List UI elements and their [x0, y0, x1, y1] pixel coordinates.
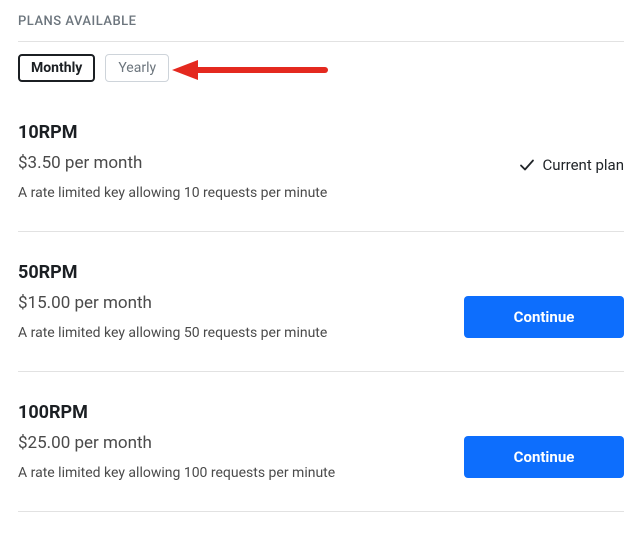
continue-button[interactable]: Continue	[464, 436, 624, 478]
plan-row: 100RPM $25.00 per month A rate limited k…	[18, 402, 624, 512]
check-icon	[519, 157, 535, 173]
plan-info: 10RPM $3.50 per month A rate limited key…	[18, 122, 464, 201]
plan-name: 50RPM	[18, 262, 464, 283]
billing-period-toggle: Monthly Yearly	[18, 54, 624, 82]
plan-price: $3.50 per month	[18, 153, 464, 173]
divider	[18, 41, 624, 42]
current-plan-indicator: Current plan	[519, 156, 624, 174]
plan-info: 50RPM $15.00 per month A rate limited ke…	[18, 262, 464, 341]
plan-info: 100RPM $25.00 per month A rate limited k…	[18, 402, 464, 481]
continue-button[interactable]: Continue	[464, 296, 624, 338]
plan-price: $25.00 per month	[18, 433, 464, 453]
plan-description: A rate limited key allowing 50 requests …	[18, 325, 464, 341]
plan-name: 100RPM	[18, 402, 464, 423]
plan-price: $15.00 per month	[18, 293, 464, 313]
arrow-annotation-icon	[170, 56, 330, 84]
monthly-toggle[interactable]: Monthly	[18, 54, 95, 82]
plan-action: Continue	[464, 262, 624, 338]
plan-name: 10RPM	[18, 122, 464, 143]
plan-row: 10RPM $3.50 per month A rate limited key…	[18, 122, 624, 232]
plan-description: A rate limited key allowing 100 requests…	[18, 465, 464, 481]
plan-action: Current plan	[464, 122, 624, 174]
plan-description: A rate limited key allowing 10 requests …	[18, 185, 464, 201]
plan-row: 50RPM $15.00 per month A rate limited ke…	[18, 262, 624, 372]
section-header: PLANS AVAILABLE	[18, 14, 624, 29]
plan-action: Continue	[464, 402, 624, 478]
yearly-toggle[interactable]: Yearly	[105, 54, 169, 82]
current-plan-label: Current plan	[543, 156, 624, 174]
